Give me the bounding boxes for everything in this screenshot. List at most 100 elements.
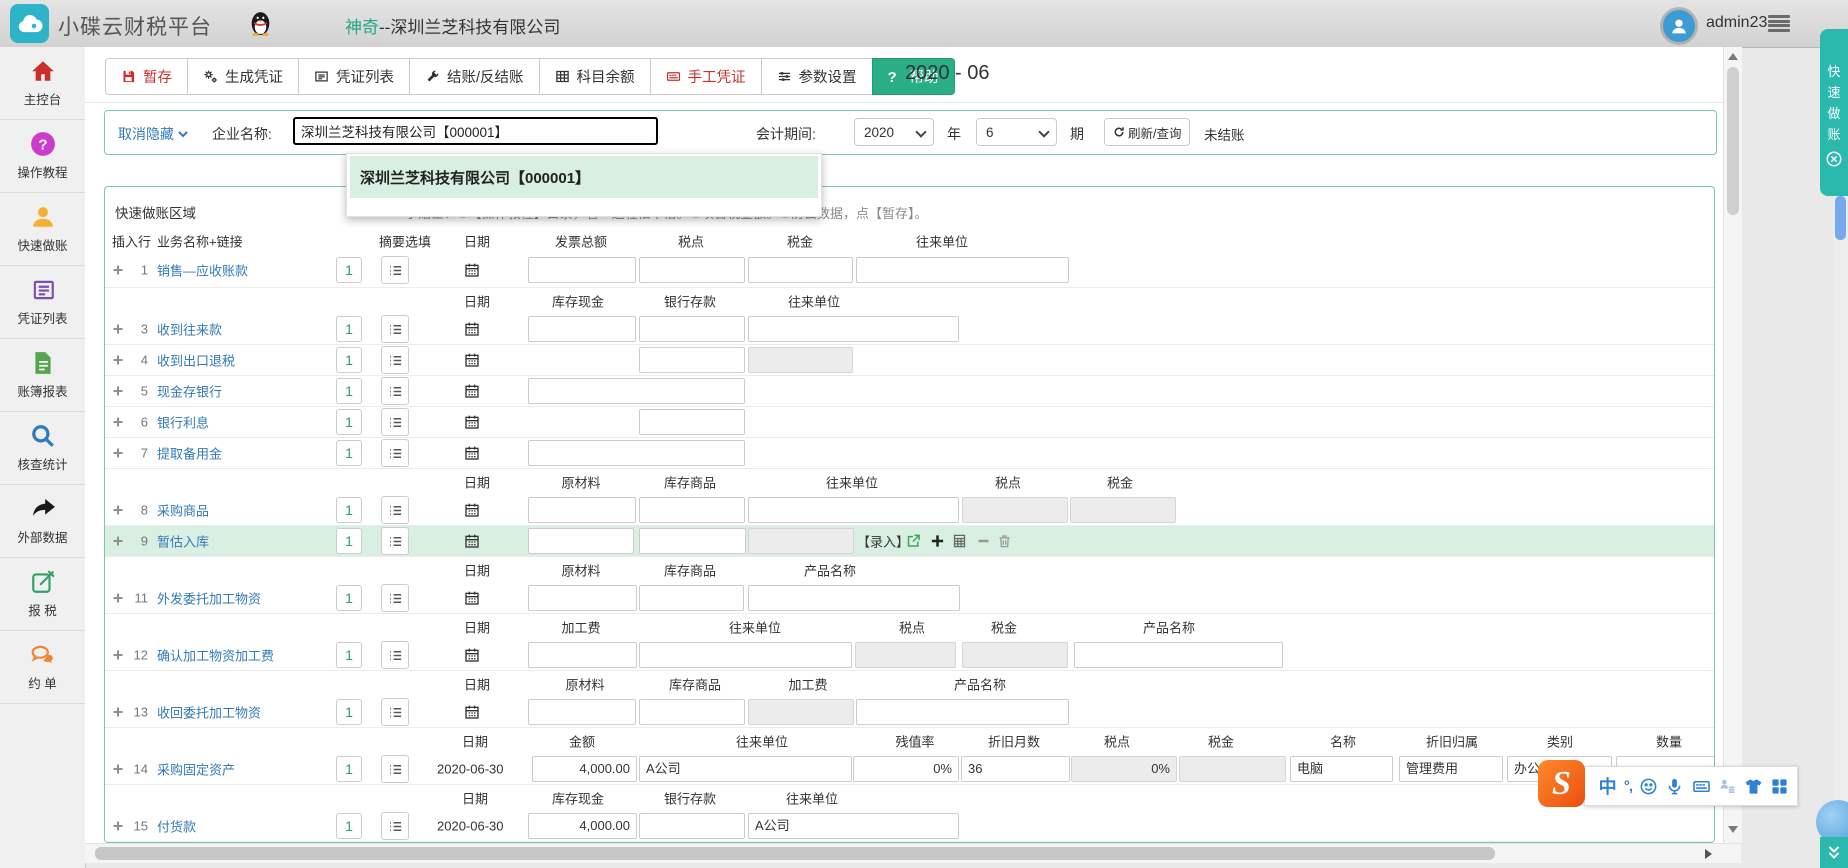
calendar-icon[interactable] (464, 590, 480, 606)
calendar-icon[interactable] (464, 533, 480, 549)
ime-smiley-icon[interactable] (1639, 777, 1658, 796)
entry-count-box[interactable]: 1 (336, 257, 362, 283)
input-field[interactable] (639, 813, 745, 839)
business-link[interactable]: 确认加工物资加工费 (157, 646, 274, 665)
trashic-icon[interactable] (997, 534, 1012, 549)
year-select[interactable]: 2020 (854, 118, 934, 146)
entry-count-box[interactable]: 1 (336, 378, 362, 404)
toolbar-button-2[interactable]: 生成凭证 (187, 58, 299, 95)
business-link[interactable]: 收到往来款 (157, 320, 222, 339)
summary-select-button[interactable] (381, 439, 409, 467)
app-logo[interactable] (10, 4, 49, 43)
entry-count-box[interactable]: 1 (336, 642, 362, 668)
summary-select-button[interactable] (381, 315, 409, 343)
calendar-icon[interactable] (464, 352, 480, 368)
entry-count-box[interactable]: 1 (336, 347, 362, 373)
company-name-input[interactable] (293, 117, 658, 145)
sidebar-item-7[interactable]: 外部数据 (0, 485, 85, 558)
input-field[interactable] (856, 699, 1069, 725)
toolbar-button-6[interactable]: 手工凭证 (650, 58, 762, 95)
sidebar-item-8[interactable]: 报 税 (0, 558, 85, 631)
input-field[interactable] (528, 699, 636, 725)
date-value[interactable]: 2020-06-30 (437, 819, 504, 834)
scroll-right-arrow[interactable] (1705, 849, 1712, 859)
ime-keyboard-icon[interactable] (1692, 777, 1711, 796)
insert-row-icon[interactable] (112, 592, 124, 604)
input-field[interactable] (639, 497, 745, 523)
business-link[interactable]: 外发委托加工物资 (157, 589, 261, 608)
entry-count-box[interactable]: 1 (336, 316, 362, 342)
summary-select-button[interactable] (381, 408, 409, 436)
category-select[interactable]: 管理费用 (1399, 756, 1503, 782)
minusic-icon[interactable] (976, 534, 991, 549)
input-field[interactable] (528, 642, 637, 668)
input-field[interactable]: A公司 (748, 813, 959, 839)
sidebar-item-2[interactable]: ?操作教程 (0, 120, 85, 193)
insert-row-icon[interactable] (112, 706, 124, 718)
sidebar-item-6[interactable]: 核查统计 (0, 412, 85, 485)
ime-chinese-mode[interactable]: 中 (1599, 773, 1617, 799)
input-field[interactable] (639, 585, 744, 611)
plusic-icon[interactable] (930, 534, 945, 549)
vertical-scroll-thumb[interactable] (1727, 67, 1739, 215)
ime-logo[interactable]: S (1538, 760, 1585, 807)
input-field[interactable] (856, 257, 1069, 283)
calendar-icon[interactable] (464, 321, 480, 337)
horizontal-scroll-thumb[interactable] (95, 847, 1495, 860)
ime-punctuation-mode[interactable]: °, (1624, 778, 1632, 795)
summary-select-button[interactable] (381, 256, 409, 284)
business-link[interactable]: 采购固定资产 (157, 760, 235, 779)
entry-count-box[interactable]: 1 (336, 585, 362, 611)
entry-count-box[interactable]: 1 (336, 813, 362, 839)
input-field[interactable] (528, 585, 637, 611)
close-icon[interactable] (1825, 150, 1843, 168)
sidebar-item-1[interactable]: 主控台 (0, 47, 85, 120)
summary-select-button[interactable] (381, 755, 409, 783)
input-field[interactable] (748, 497, 959, 523)
calendar-icon[interactable] (464, 502, 480, 518)
entry-count-box[interactable]: 1 (336, 497, 362, 523)
input-field[interactable] (748, 585, 960, 611)
business-link[interactable]: 银行利息 (157, 413, 209, 432)
input-field[interactable] (1074, 642, 1283, 668)
business-link[interactable]: 收回委托加工物资 (157, 703, 261, 722)
entry-count-box[interactable]: 1 (336, 409, 362, 435)
input-field[interactable] (639, 699, 745, 725)
summary-select-button[interactable] (381, 584, 409, 612)
input-field[interactable] (528, 257, 636, 283)
input-field[interactable]: A公司 (639, 756, 852, 782)
refresh-query-button[interactable]: 刷新/查询 (1104, 118, 1190, 146)
calendar-icon[interactable] (464, 262, 480, 278)
entry-count-box[interactable]: 1 (336, 756, 362, 782)
input-field[interactable]: 0% (853, 756, 959, 782)
insert-row-icon[interactable] (112, 535, 124, 547)
calendar-icon[interactable] (464, 704, 480, 720)
quick-entry-side-tab[interactable]: 快速做账 (1820, 29, 1848, 196)
input-field[interactable] (639, 528, 746, 554)
input-field[interactable] (528, 440, 745, 466)
avatar[interactable] (1660, 7, 1698, 45)
business-link[interactable]: 销售—应收账款 (157, 261, 248, 280)
calcic-icon[interactable] (952, 534, 967, 549)
insert-row-icon[interactable] (112, 820, 124, 832)
input-field[interactable]: 4,000.00 (532, 756, 637, 782)
summary-select-button[interactable] (381, 527, 409, 555)
ime-grid4-icon[interactable] (1770, 777, 1789, 796)
month-select[interactable]: 6 (976, 118, 1057, 146)
ime-coins-icon[interactable] (1718, 777, 1737, 796)
insert-row-icon[interactable] (112, 354, 124, 366)
company-suggest-item[interactable]: 深圳兰芝科技有限公司【000001】 (350, 156, 818, 198)
business-link[interactable]: 暂估入库 (157, 532, 209, 551)
business-link[interactable]: 采购商品 (157, 501, 209, 520)
insert-row-icon[interactable] (112, 763, 124, 775)
insert-row-icon[interactable] (112, 385, 124, 397)
date-value[interactable]: 2020-06-30 (437, 762, 504, 777)
calendar-icon[interactable] (464, 383, 480, 399)
ime-mic-icon[interactable] (1665, 777, 1684, 796)
summary-select-button[interactable] (381, 698, 409, 726)
page-scroll-thumb[interactable] (1835, 196, 1846, 240)
entry-count-box[interactable]: 1 (336, 699, 362, 725)
input-field[interactable] (528, 316, 636, 342)
horizontal-scrollbar[interactable] (85, 843, 1741, 863)
insert-row-icon[interactable] (112, 447, 124, 459)
